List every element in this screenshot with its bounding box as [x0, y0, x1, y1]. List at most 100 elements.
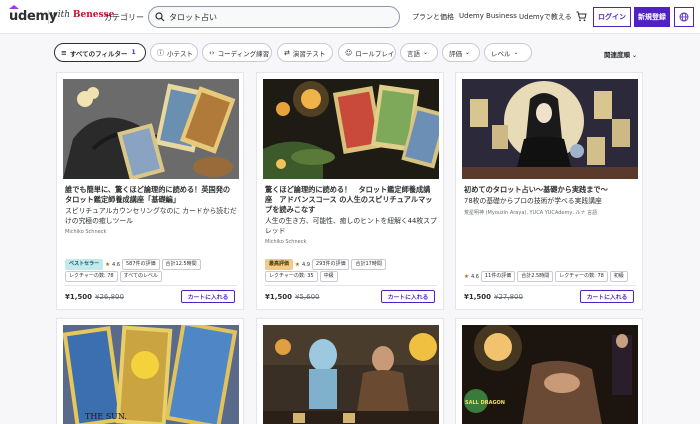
quiz-icon: ⓘ [157, 48, 164, 57]
add-to-cart-button[interactable]: カートに入れる [580, 290, 634, 303]
course-author: Michiko Schneck [265, 239, 307, 245]
coding-label: コーディング練習 [217, 49, 270, 58]
add-to-cart-button[interactable]: カートに入れる [181, 290, 235, 303]
chevron-down-icon: ⌄ [423, 49, 429, 56]
page: udemy with Benesse カテゴリー タロット占い プランと価格 U… [0, 0, 700, 424]
total-hours: 合計17時間 [351, 259, 386, 270]
chevron-down-icon: ⌄ [465, 49, 471, 56]
course-meta-row-1: ★ 4.6 11件の評価 合計2.5時間 レクチャーの数: 78 初級 [464, 271, 628, 282]
level-filter[interactable]: レベル ⌄ [484, 43, 532, 62]
course-title[interactable]: 初めてのタロット占い〜基礎から実践まで〜 [464, 185, 636, 195]
bestseller-badge: ベストセラー [65, 259, 104, 270]
fortune-teller-image [462, 79, 638, 179]
course-thumbnail [263, 79, 439, 179]
original-price: ¥5,600 [295, 293, 320, 301]
course-meta-row-2: レクチャーの数: 78 すべてのレベル [65, 271, 163, 282]
course-thumbnail [263, 325, 439, 424]
filter-count: 1 [131, 49, 136, 56]
card-divider [65, 285, 237, 286]
add-to-cart-button[interactable]: カートに入れる [381, 290, 435, 303]
categories-menu[interactable]: カテゴリー [104, 12, 144, 23]
review-count: 587件の評価 [122, 259, 160, 270]
course-author: 荒星明神 (Myouzin Araya), YUCA YUCAdemy, ルナ … [464, 210, 598, 216]
sort-dropdown[interactable]: 関連度順 ⌄ [604, 49, 637, 59]
total-hours: 合計2.5時間 [517, 271, 554, 282]
signup-button[interactable]: 新規登録 [634, 7, 670, 27]
course-author: Michiko Schneck [65, 229, 107, 235]
review-count: 293件の評価 [311, 259, 350, 270]
course-price: ¥1,500 ¥27,800 [464, 293, 523, 301]
tarot-image [63, 79, 239, 179]
chevron-down-icon: ⌄ [632, 52, 638, 59]
tarot-image [263, 79, 439, 179]
review-count: 11件の評価 [480, 271, 516, 282]
teach-link[interactable]: Udemyで教える [519, 12, 572, 22]
language-button[interactable] [674, 7, 694, 27]
course-title[interactable]: 誰でも簡単に、驚くほど論理的に読める！英国発のタロット鑑定師養成講座「基礎編」 [65, 185, 237, 205]
rating-value: 4.6 [112, 261, 120, 268]
quiz-label: 小テスト [167, 49, 193, 58]
logo-hat-icon [9, 5, 19, 9]
partner-prefix: with [50, 10, 70, 20]
course-card[interactable]: 誰でも簡単に、驚くほど論理的に読める！英国発のタロット鑑定師養成講座「基礎編」 … [56, 72, 244, 310]
total-hours: 合計12.5時間 [161, 259, 201, 270]
current-price: ¥1,500 [65, 293, 93, 301]
roleplay-icon: ☺ [345, 48, 353, 57]
course-thumbnail: SALL DRAGON [462, 325, 638, 424]
course-meta-row-1: 最高評価 ★ 4.9 293件の評価 合計17時間 [265, 259, 386, 270]
language-label: 言語 [407, 49, 420, 58]
course-price: ¥1,500 ¥5,600 [265, 293, 320, 301]
course-thumbnail [462, 79, 638, 179]
course-card[interactable]: 初めてのタロット占い〜基礎から実践まで〜 78枚の基礎からプロの技術が学べる実践… [455, 72, 643, 310]
quiz-filter[interactable]: ⓘ 小テスト [150, 43, 198, 62]
tarot-reading-image: SALL DRAGON [462, 325, 638, 424]
business-link[interactable]: Udemy Business [459, 12, 517, 20]
course-card[interactable]: SALL DRAGON [455, 318, 643, 424]
course-subtitle: 78枚の基礎からプロの技術が学べる実践講座 [464, 197, 602, 205]
rating-value: 4.6 [470, 273, 479, 280]
robot-tarot-image [263, 325, 439, 424]
search-query: タロット占い [169, 13, 217, 22]
rating-filter[interactable]: 評価 ⌄ [442, 43, 480, 62]
practice-test-filter[interactable]: ⇄ 演習テスト [277, 43, 333, 62]
course-price: ¥1,500 ¥26,800 [65, 293, 124, 301]
globe-icon [679, 12, 689, 22]
roleplay-filter[interactable]: ☺ ロールプレイ [338, 43, 396, 62]
cart-icon[interactable] [576, 11, 587, 22]
practice-label: 演習テスト [292, 49, 326, 58]
coding-filter[interactable]: ‹› コーディング練習 [202, 43, 272, 62]
search-input[interactable]: タロット占い [148, 6, 400, 28]
plans-link[interactable]: プランと価格 [412, 12, 454, 22]
current-price: ¥1,500 [265, 293, 293, 301]
course-card[interactable] [256, 318, 444, 424]
search-icon [155, 12, 165, 22]
original-price: ¥27,800 [494, 293, 523, 301]
lecture-count: レクチャーの数: 78 [555, 271, 608, 282]
course-title[interactable]: 驚くほど論理的に読める！ タロット鑑定師養成講座 アドバンスコース の人生のスピ… [265, 185, 437, 215]
roleplay-label: ロールプレイ [355, 49, 395, 58]
all-filters-button[interactable]: ≡ すべてのフィルター 1 [54, 43, 146, 62]
course-subtitle: スピリチュアルカウンセリングなのに カードから読むだけの究極の癒しツール [65, 207, 237, 225]
sall-dragon-logo: SALL DRAGON [465, 400, 505, 406]
course-card[interactable]: THE SUN. [56, 318, 244, 424]
card-sun-label: THE SUN. [85, 412, 127, 421]
course-meta-row-1: ベストセラー ★ 4.6 587件の評価 合計12.5時間 [65, 259, 201, 270]
language-filter[interactable]: 言語 ⌄ [400, 43, 438, 62]
logo-divider [48, 10, 49, 24]
top-header: udemy with Benesse カテゴリー タロット占い プランと価格 U… [0, 0, 700, 34]
course-level: すべてのレベル [119, 271, 163, 282]
practice-icon: ⇄ [284, 48, 290, 57]
course-level: 初級 [609, 271, 628, 282]
course-subtitle: 人生の生き方、可能性、癒しのヒントを紐解く44枚スプレッド [265, 217, 437, 235]
star-icon: ★ [295, 261, 300, 268]
course-meta-row-2: レクチャーの数: 35 中級 [265, 271, 338, 282]
current-price: ¥1,500 [464, 293, 492, 301]
all-filters-label: すべてのフィルター [69, 49, 128, 58]
filter-icon: ≡ [61, 48, 67, 57]
level-label: レベル [491, 49, 511, 58]
rating-value: 4.9 [301, 261, 310, 268]
login-button[interactable]: ログイン [593, 7, 631, 27]
course-card[interactable]: 驚くほど論理的に読める！ タロット鑑定師養成講座 アドバンスコース の人生のスピ… [256, 72, 444, 310]
course-thumbnail: THE SUN. [63, 325, 239, 424]
top-rated-badge: 最高評価 [265, 259, 294, 270]
